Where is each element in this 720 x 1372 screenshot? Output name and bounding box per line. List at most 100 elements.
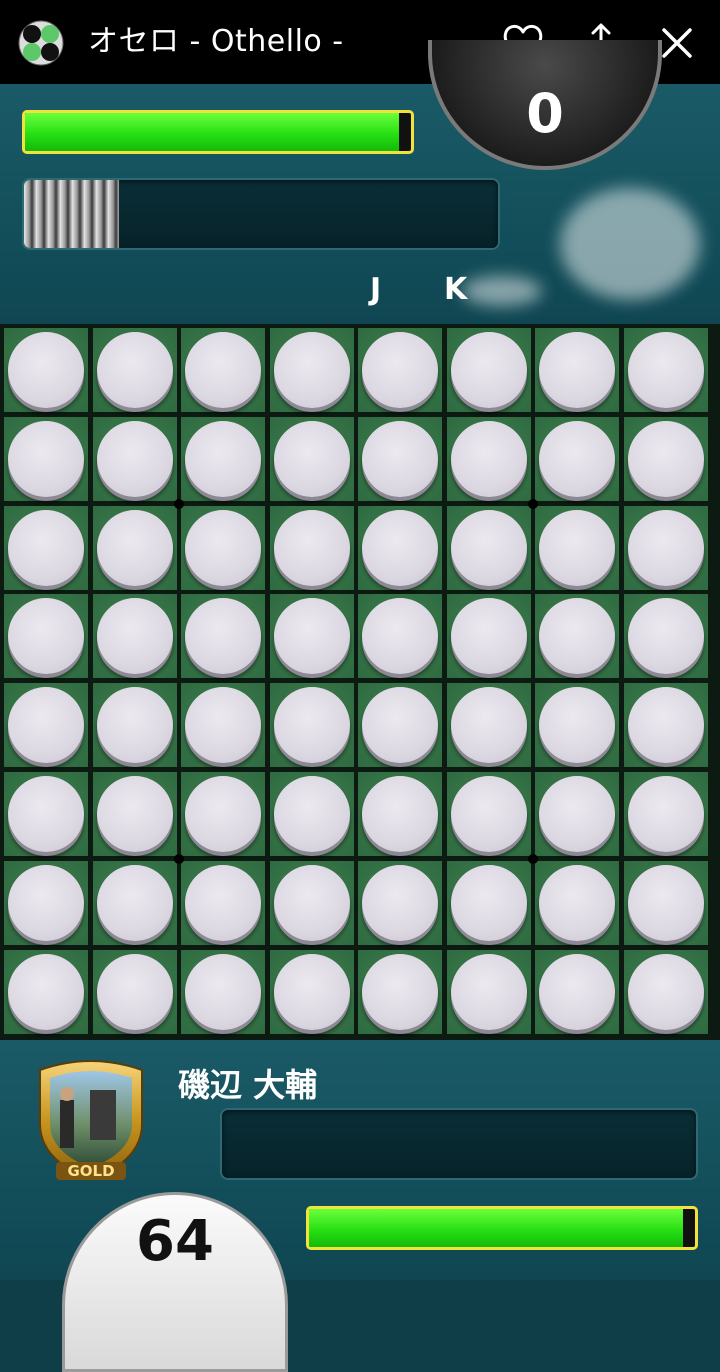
white-disc [273,332,350,408]
board-cell-r7-c3[interactable] [181,860,265,945]
opponent-name-blur [462,276,542,306]
white-disc [450,332,527,408]
board-cell-r5-c8[interactable] [623,683,708,768]
white-disc [627,598,704,675]
board-cell-r8-c1[interactable] [4,949,88,1034]
board-cell-r1-c8[interactable] [623,328,708,412]
player-score-disc: 64 [62,1192,288,1372]
board-cell-r8-c2[interactable] [92,949,177,1034]
white-disc [96,864,173,941]
board-cell-r4-c5[interactable] [358,594,442,679]
board-cell-r4-c8[interactable] [623,594,708,679]
board-cell-r3-c7[interactable] [535,505,619,590]
white-disc [362,598,438,675]
white-disc [8,420,84,497]
board-cell-r8-c4[interactable] [269,949,354,1034]
board-cell-r1-c4[interactable] [269,328,354,412]
opponent-hp-fill [25,113,400,151]
white-disc [450,953,527,1030]
white-disc [362,953,438,1030]
board-star-point [174,853,184,864]
board-cell-r4-c2[interactable] [92,594,177,679]
board-cell-r1-c7[interactable] [535,328,619,412]
white-disc [8,598,84,675]
white-disc [8,864,84,941]
board-cell-r8-c5[interactable] [358,949,442,1034]
board-cell-r3-c8[interactable] [623,505,708,590]
board-cell-r7-c2[interactable] [92,860,177,945]
board-cell-r5-c4[interactable] [269,683,354,768]
board-cell-r6-c3[interactable] [181,772,265,856]
board-cell-r7-c6[interactable] [446,860,531,945]
board-cell-r4-c4[interactable] [269,594,354,679]
board-cell-r2-c1[interactable] [4,416,88,501]
board-cell-r6-c4[interactable] [269,772,354,856]
white-disc [539,332,615,408]
white-disc [185,687,261,764]
board-cell-r7-c7[interactable] [535,860,619,945]
othello-board [0,324,720,1040]
white-disc [627,687,704,764]
board-cell-r4-c6[interactable] [446,594,531,679]
board-cell-r2-c3[interactable] [181,416,265,501]
white-disc [539,864,615,941]
opponent-avatar-blur [560,188,700,300]
board-cell-r8-c8[interactable] [623,949,708,1034]
board-cell-r6-c5[interactable] [358,772,442,856]
board-cell-r2-c6[interactable] [446,416,531,501]
opponent-timer-fill [24,180,119,248]
white-disc [273,864,350,941]
player-timer-bar [220,1108,698,1180]
board-cell-r3-c2[interactable] [92,505,177,590]
board-cell-r6-c7[interactable] [535,772,619,856]
gold-rank-badge: GOLD [39,1060,143,1182]
board-cell-r5-c1[interactable] [4,683,88,768]
board-cell-r7-c5[interactable] [358,860,442,945]
board-cell-r1-c3[interactable] [181,328,265,412]
white-disc [627,420,704,497]
white-disc [539,509,615,586]
board-cell-r3-c5[interactable] [358,505,442,590]
board-cell-r5-c6[interactable] [446,683,531,768]
white-disc [627,776,704,852]
white-disc [185,598,261,675]
board-cell-r8-c7[interactable] [535,949,619,1034]
board-cell-r6-c8[interactable] [623,772,708,856]
white-disc [273,953,350,1030]
board-cell-r3-c6[interactable] [446,505,531,590]
white-disc [185,953,261,1030]
board-cell-r7-c8[interactable] [623,860,708,945]
board-cell-r3-c4[interactable] [269,505,354,590]
board-cell-r7-c1[interactable] [4,860,88,945]
board-cell-r8-c6[interactable] [446,949,531,1034]
board-cell-r2-c8[interactable] [623,416,708,501]
board-cell-r2-c7[interactable] [535,416,619,501]
board-cell-r5-c3[interactable] [181,683,265,768]
white-disc [273,509,350,586]
board-cell-r1-c6[interactable] [446,328,531,412]
board-cell-r6-c2[interactable] [92,772,177,856]
player-hp-bar [306,1206,698,1250]
board-cell-r2-c2[interactable] [92,416,177,501]
board-cell-r3-c1[interactable] [4,505,88,590]
white-disc [185,776,261,852]
board-cell-r1-c5[interactable] [358,328,442,412]
board-cell-r1-c2[interactable] [92,328,177,412]
board-cell-r2-c5[interactable] [358,416,442,501]
white-disc [185,509,261,586]
board-cell-r2-c4[interactable] [269,416,354,501]
board-cell-r1-c1[interactable] [4,328,88,412]
board-cell-r5-c7[interactable] [535,683,619,768]
opponent-timer-bar [22,178,500,250]
board-cell-r5-c5[interactable] [358,683,442,768]
board-cell-r4-c7[interactable] [535,594,619,679]
board-cell-r8-c3[interactable] [181,949,265,1034]
board-cell-r6-c6[interactable] [446,772,531,856]
white-disc [627,332,704,408]
board-cell-r4-c3[interactable] [181,594,265,679]
board-cell-r6-c1[interactable] [4,772,88,856]
board-cell-r7-c4[interactable] [269,860,354,945]
board-cell-r5-c2[interactable] [92,683,177,768]
board-cell-r3-c3[interactable] [181,505,265,590]
board-cell-r4-c1[interactable] [4,594,88,679]
